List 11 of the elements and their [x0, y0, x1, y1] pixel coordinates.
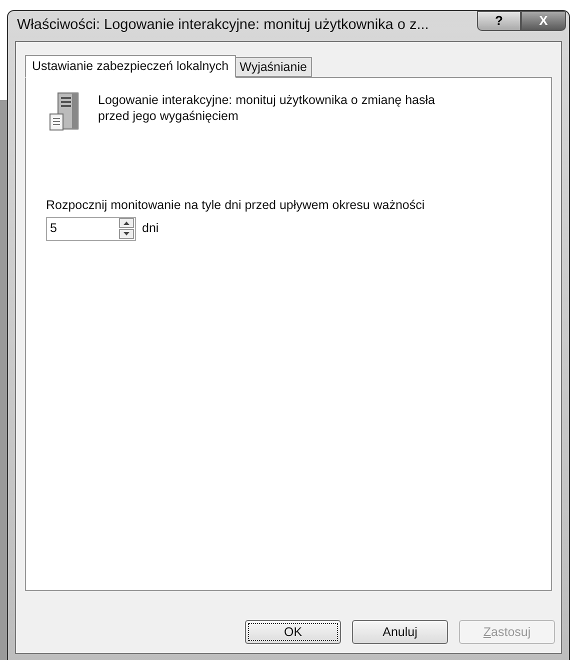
days-spinbox[interactable]: 5: [46, 216, 136, 241]
close-button[interactable]: X: [521, 11, 566, 31]
window-title: Właściwości: Logowanie interakcyjne: monituj użytkownika o z...: [17, 16, 429, 36]
dialog-button[interactable]: Anuluj: [352, 620, 448, 644]
tab[interactable]: Ustawianie zabezpieczeń lokalnych: [25, 55, 236, 78]
dialog-button[interactable]: OK: [245, 620, 341, 644]
unit-label: dni: [142, 220, 159, 238]
policy-description: Logowanie interakcyjne: monituj użytkownika o zmianę hasła przed jego wygaśnięciem: [98, 92, 436, 125]
setting-label: Rozpocznij monitowanie na tyle dni przed upływem okresu ważności: [46, 197, 426, 214]
tab[interactable]: Wyjaśnianie: [236, 57, 312, 77]
help-button[interactable]: ?: [477, 11, 521, 31]
